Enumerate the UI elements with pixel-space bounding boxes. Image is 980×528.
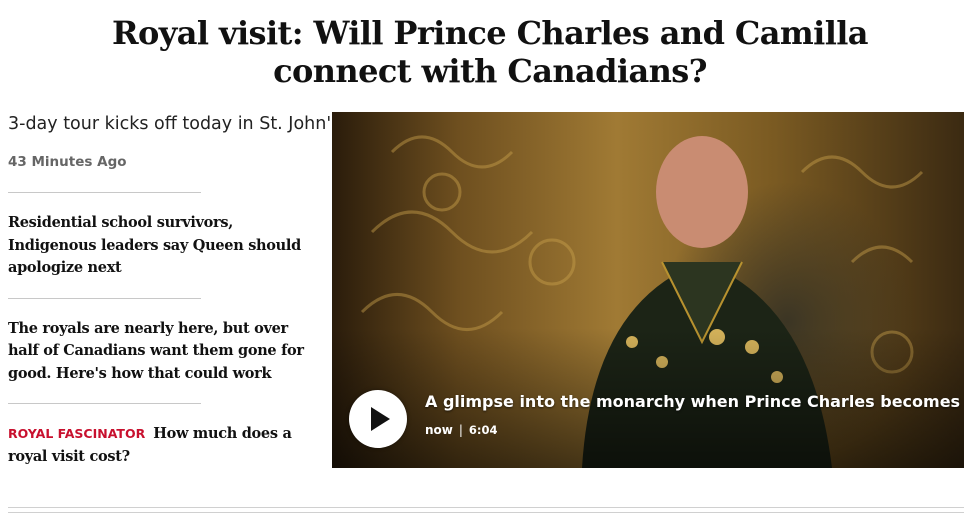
lead-column: 3-day tour kicks off today in St. John's… — [8, 112, 341, 468]
related-story-title: The royals are nearly here, but over hal… — [8, 319, 304, 382]
story-deck: 3-day tour kicks off today in St. John's — [8, 114, 341, 134]
related-story-link[interactable]: The royals are nearly here, but over hal… — [8, 318, 308, 386]
divider — [8, 192, 201, 193]
video-published: now — [425, 423, 453, 437]
section-rule — [8, 507, 964, 508]
play-icon — [371, 407, 390, 431]
related-story-link[interactable]: Residential school survivors, Indigenous… — [8, 212, 308, 280]
divider — [8, 403, 201, 404]
video-meta: now | 6:04 — [425, 423, 498, 437]
video-player[interactable]: A glimpse into the monarchy when Prince … — [332, 112, 964, 468]
story-timestamp: 43 Minutes Ago — [8, 154, 127, 170]
video-title[interactable]: A glimpse into the monarchy when Prince … — [425, 392, 964, 412]
play-button[interactable] — [349, 390, 407, 448]
divider — [8, 297, 201, 299]
section-rule — [8, 512, 964, 513]
related-story-link[interactable]: ROYAL FASCINATOR How much does a royal vi… — [8, 423, 308, 468]
video-duration: 6:04 — [468, 423, 498, 437]
related-story-title: Residential school survivors, Indigenous… — [8, 214, 301, 276]
story-kicker: ROYAL FASCINATOR — [8, 426, 146, 441]
meta-separator: | — [458, 423, 463, 437]
page-headline[interactable]: Royal visit: Will Prince Charles and Cam… — [40, 14, 940, 90]
